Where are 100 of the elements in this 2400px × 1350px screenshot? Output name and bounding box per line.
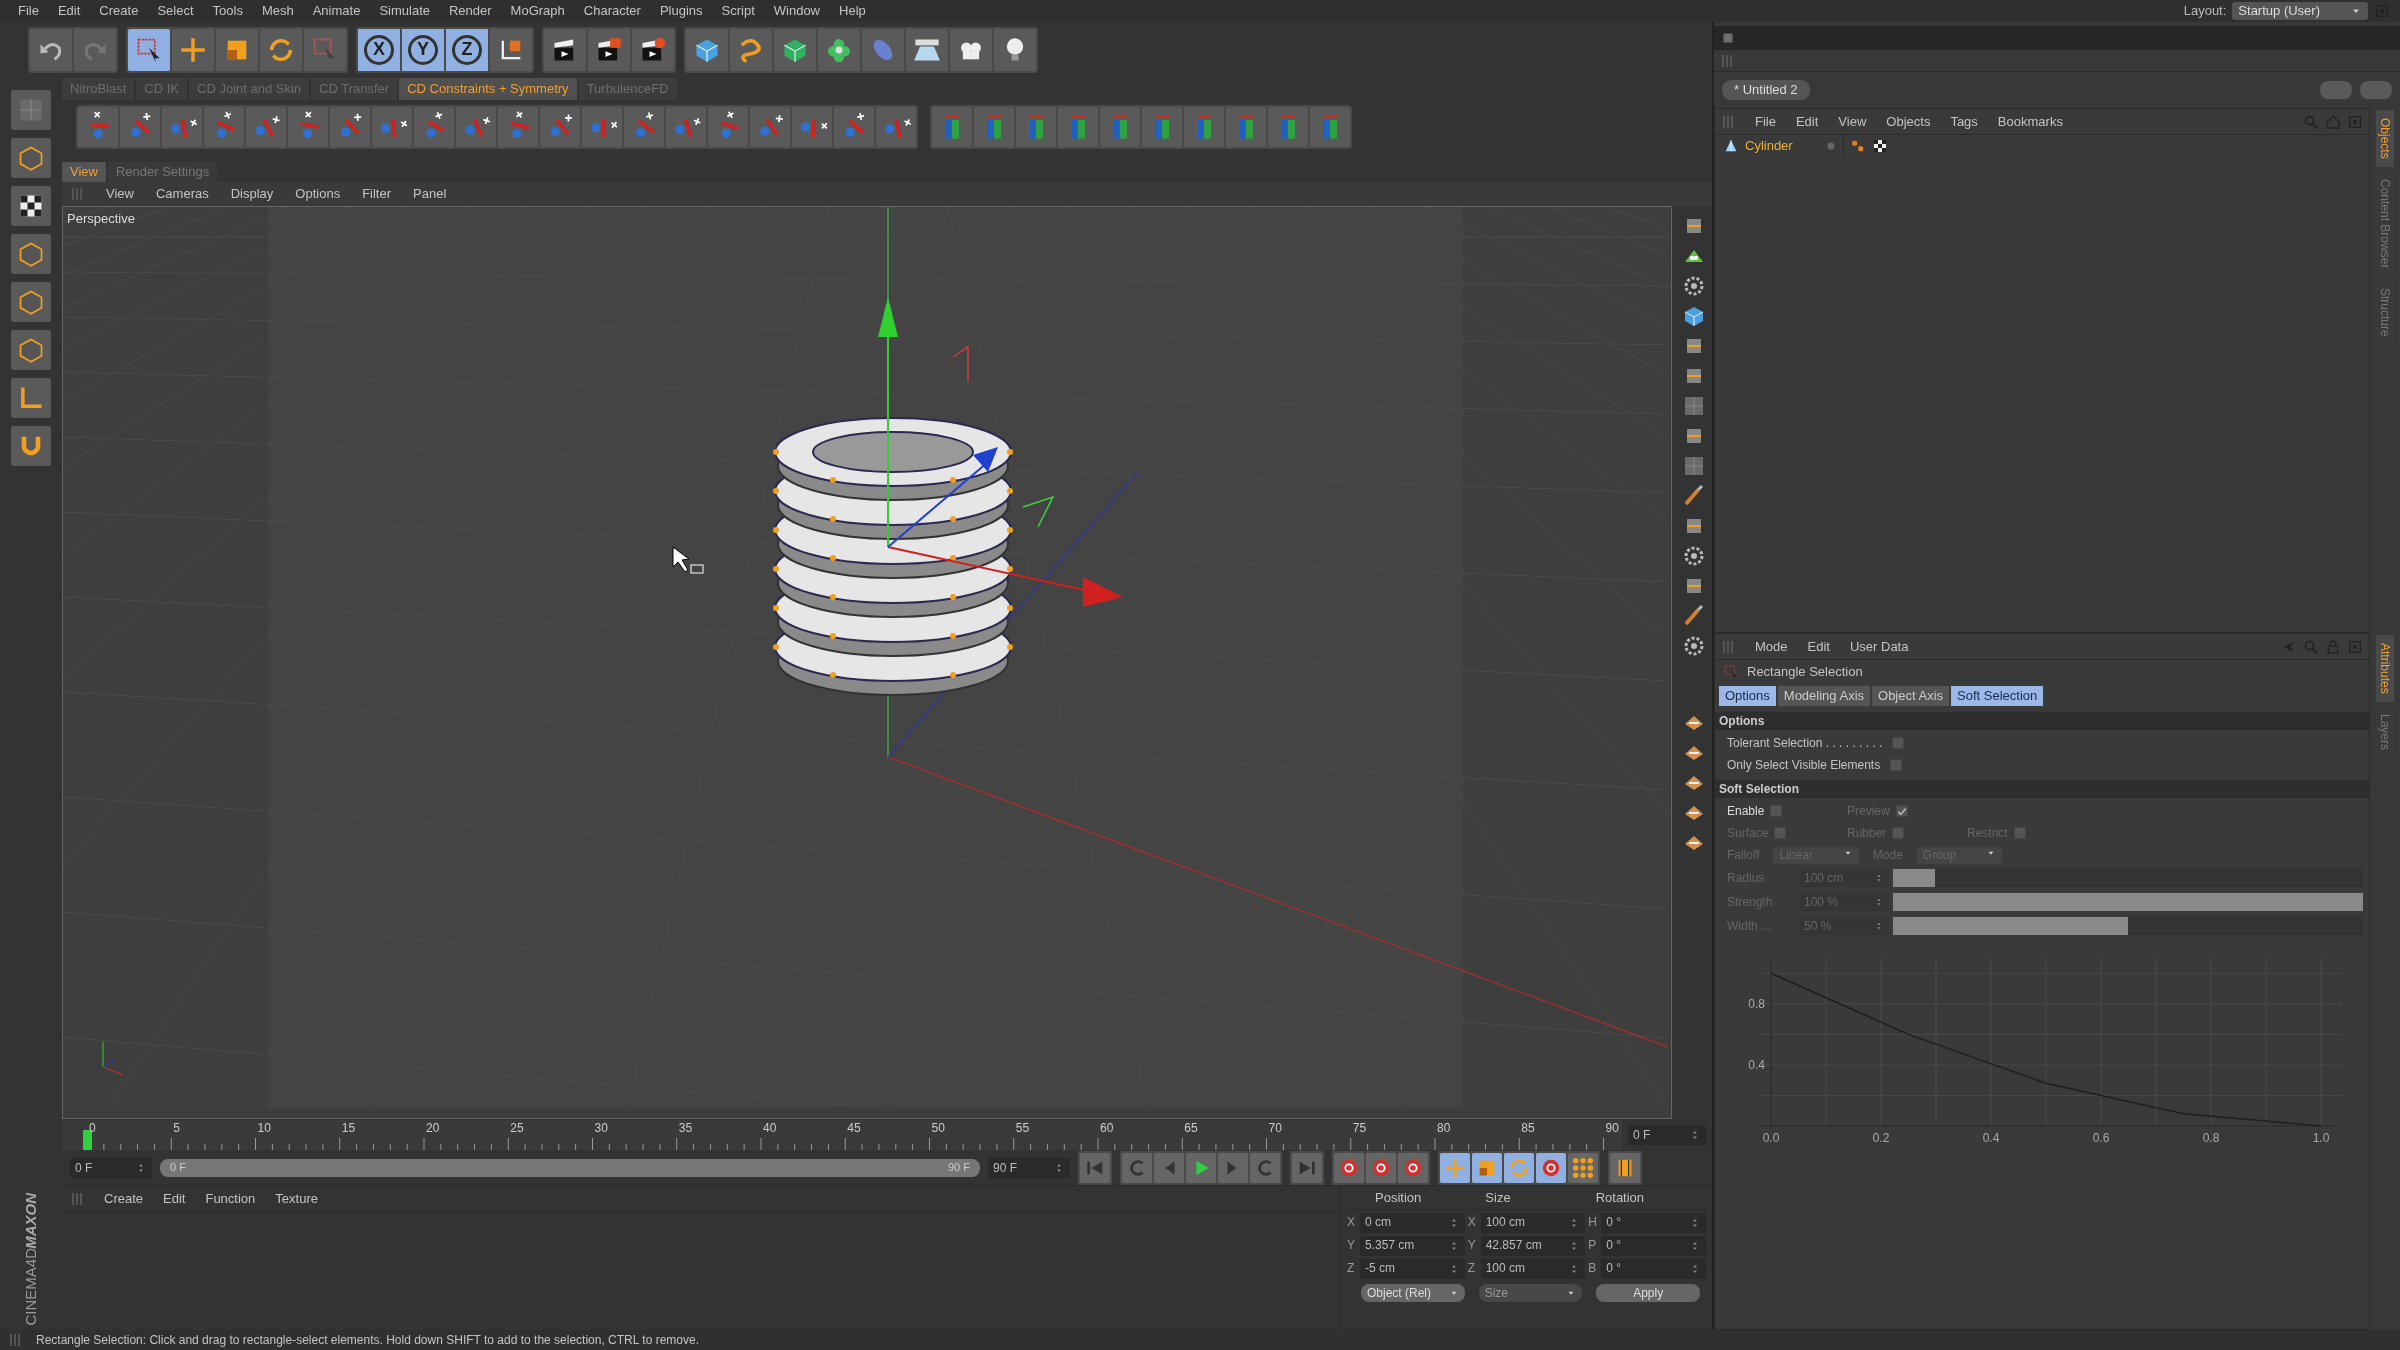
axis-label: Y [1467,1238,1477,1253]
column-header: Rotation [1595,1190,1646,1206]
layout-dropdown[interactable]: Startup (User) [2232,2,2368,20]
dropdown-value: Startup (User) [2238,3,2320,19]
frame-label: 40 [763,1121,777,1136]
axis-label: Y [1347,1238,1356,1253]
axis-label: B [1588,1261,1598,1276]
range-end-label: 90 F [948,1161,970,1175]
coordinate-field[interactable]: 5.357 cm [1360,1235,1465,1256]
menu-item[interactable]: MoGraph [510,3,565,19]
axis-label: X [1467,1215,1477,1230]
frame-label: 25 [510,1121,524,1136]
column-header: Size [1485,1190,1512,1206]
mode-dropdown[interactable]: Object (Rel) [1361,1283,1465,1302]
frame-label: 45 [847,1121,861,1136]
menu-item[interactable]: Window [773,3,820,19]
section-header: Options [1715,711,2369,730]
material-menu-item[interactable]: Texture [275,1190,318,1207]
frame-label: 80 [1437,1121,1451,1136]
frame-label: 15 [341,1121,356,1136]
view-tab[interactable]: View [62,162,106,182]
menu-item[interactable]: Mesh [261,3,294,19]
frame-label: 20 [426,1121,440,1136]
start-frame-field[interactable]: 0 F [70,1158,152,1178]
tick-label: 0.4 [1982,1131,2000,1146]
viewport-label: Perspective [67,211,135,227]
viewport-menu-item[interactable]: Filter [362,186,392,202]
frame-label: 35 [678,1121,693,1136]
object-menu-item[interactable]: View [1838,113,1867,130]
current-frame-field[interactable]: 0 F [1628,1125,1706,1145]
frame-label: 5 [173,1121,180,1136]
object-menu-item[interactable]: Objects [1886,113,1931,130]
coordinate-field[interactable]: 0 cm [1360,1212,1465,1233]
menu-item[interactable]: Script [721,3,755,19]
axis-lock-button[interactable]: X [358,29,400,71]
attributes-menu-item[interactable]: User Data [1849,638,1909,655]
frame-label: 65 [1184,1121,1198,1136]
menu-item[interactable]: Tools [212,3,243,19]
material-menu-item[interactable]: Function [205,1190,256,1207]
brand-logo: MAXON [22,1192,40,1249]
range-start-label: 0 F [170,1161,186,1175]
attribute-tab[interactable]: Options [1719,686,1776,706]
side-tab[interactable]: Attributes [2375,635,2395,702]
viewport-menu-item[interactable]: Options [295,186,341,202]
frame-label: 50 [931,1121,945,1136]
menu-item[interactable]: Simulate [379,3,430,19]
attribute-tab[interactable]: Soft Selection [1951,686,2044,706]
menu-item[interactable]: Character [583,3,641,19]
frame-label: 70 [1268,1121,1282,1136]
object-menu-item[interactable]: Bookmarks [1997,113,2063,130]
viewport-menu-item[interactable]: Panel [413,186,447,202]
object-menu-item[interactable]: File [1755,113,1776,130]
coordinate-field[interactable]: -5 cm [1360,1258,1465,1279]
plugin-tab[interactable]: CD Constraints + Symmetry [399,78,577,100]
side-tab[interactable]: Objects [2375,110,2395,167]
axis-lock-button[interactable]: Y [402,29,444,71]
menu-item[interactable]: Plugins [659,3,703,19]
menu-item[interactable]: Edit [57,3,81,19]
attribute-tab[interactable]: Modeling Axis [1777,686,1871,706]
option-label: Enable [1727,804,1765,819]
tick-label: 0.4 [1748,1058,1765,1073]
product-logo: CINEMA4D [22,1248,40,1326]
coordinate-field[interactable]: 0 ° [1601,1212,1706,1233]
viewport-menu-item[interactable]: Cameras [155,186,209,202]
tick-label: 0.2 [1872,1131,1890,1146]
object-menu-item[interactable]: Edit [1795,113,1819,130]
tick-label: 1.0 [2312,1131,2330,1146]
axis-label: H [1588,1215,1598,1230]
tick-label: 0.6 [2092,1131,2110,1146]
material-menu-item[interactable]: Create [104,1190,144,1207]
object-name[interactable]: Cylinder [1745,138,1793,154]
end-frame-field[interactable]: 90 F [988,1158,1070,1178]
material-menu-item[interactable]: Edit [163,1190,186,1207]
menu-item[interactable]: Create [99,3,139,19]
axis-label: P [1588,1238,1598,1253]
axis-lock-button[interactable]: Z [446,29,488,71]
frame-label: 75 [1352,1121,1367,1136]
document-tab[interactable]: * Untitled 2 [1722,80,1810,100]
coordinate-field[interactable]: 100 cm [1480,1258,1586,1279]
coordinate-field[interactable]: 42.857 cm [1480,1235,1586,1256]
viewport-menu-item[interactable]: Display [230,186,274,202]
apply-button[interactable]: Apply [1596,1283,1700,1302]
frame-label: 85 [1521,1121,1535,1136]
frame-label: 30 [594,1121,608,1136]
attributes-menu-item[interactable]: Edit [1807,638,1830,655]
coordinate-field[interactable]: 0 ° [1601,1235,1706,1256]
object-menu-item[interactable]: Tags [1950,113,1978,130]
coordinate-field[interactable]: 100 cm [1480,1212,1586,1233]
tick-label: 0.8 [1748,997,1765,1012]
coordinate-field[interactable]: 0 ° [1601,1258,1706,1279]
menu-item[interactable]: Render [448,3,492,19]
axis-label: X [1347,1215,1356,1230]
attribute-tab[interactable]: Object Axis [1872,686,1950,706]
tick-label: 0.8 [2202,1131,2220,1146]
menu-item[interactable]: File [18,3,39,19]
viewport-menu-item[interactable]: View [106,186,134,202]
attributes-menu-item[interactable]: Mode [1755,638,1788,655]
menu-item[interactable]: Select [157,3,194,19]
menu-item[interactable]: Help [839,3,866,19]
menu-item[interactable]: Animate [312,3,361,19]
